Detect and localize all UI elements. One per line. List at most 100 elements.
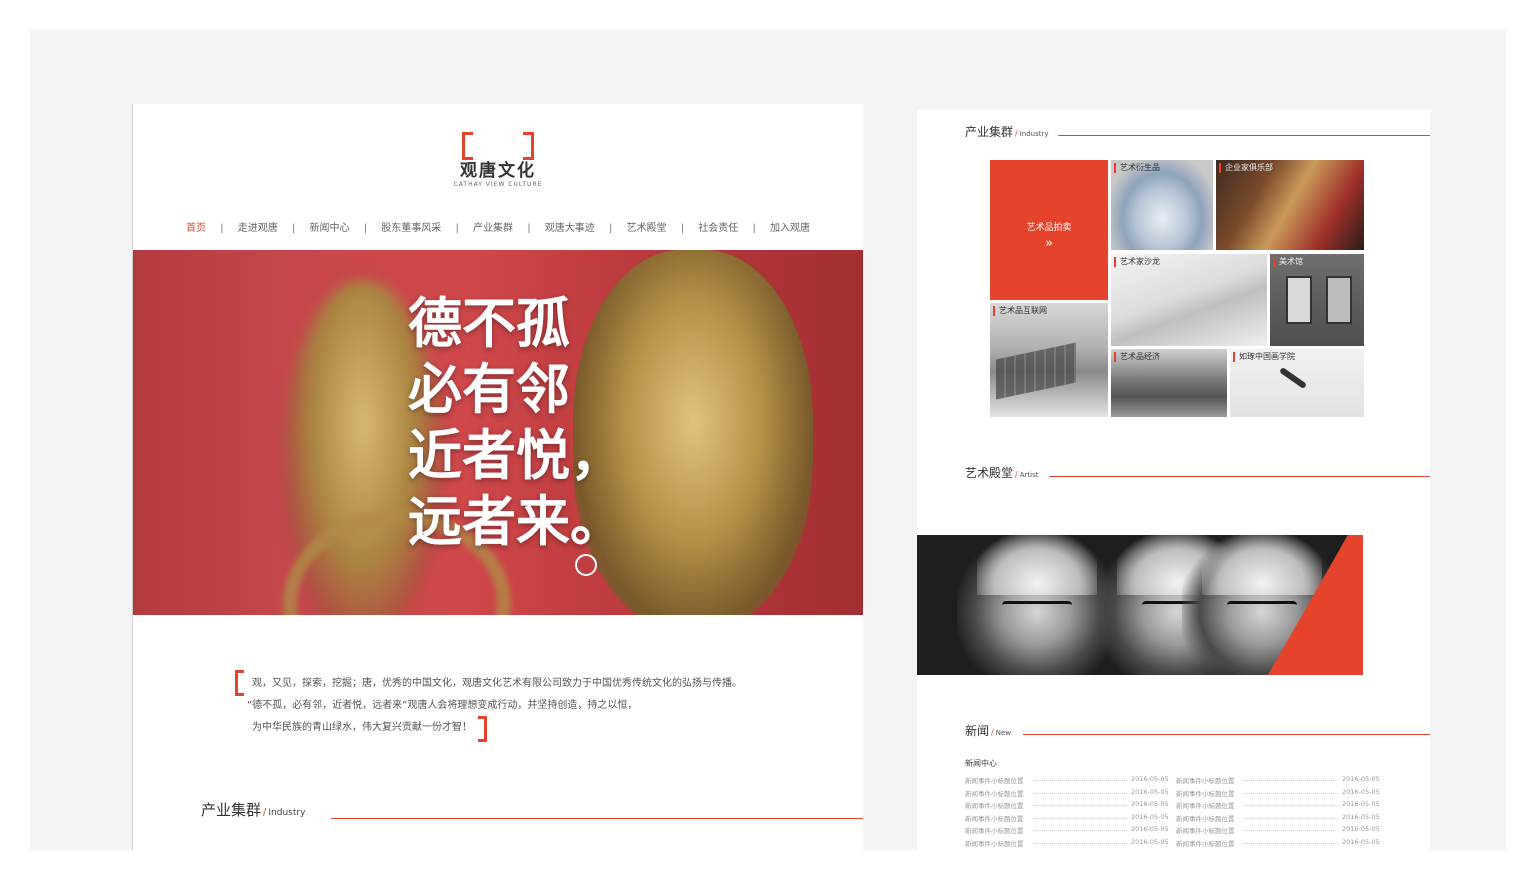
news-date: 2016-05-05 <box>1342 800 1380 808</box>
hero-line: 近者悦， <box>408 423 624 487</box>
tile-entrepreneur-club[interactable]: 企业家俱乐部 <box>1216 160 1364 250</box>
nav-separator: | <box>455 223 459 234</box>
news-date: 2016-05-05 <box>1131 800 1169 808</box>
news-title[interactable]: 新闻事件小标题位置 <box>1176 825 1235 835</box>
list-item[interactable]: 新闻事件小标题位置 2016-05-05 新闻事件小标题位置 2016-05-0… <box>965 838 1383 851</box>
list-item[interactable]: 新闻事件小标题位置 2016-05-05 新闻事件小标题位置 2016-05-0… <box>965 800 1383 813</box>
tile-art-economy[interactable]: 艺术品经济 <box>1111 349 1227 417</box>
intro-line: “德不孤，必有邻，近者悦，远者来”观唐人会将理想变成行动，并坚持创造，持之以恒， <box>247 700 638 711</box>
news-title[interactable]: 新闻事件小标题位置 <box>965 788 1024 798</box>
nav-item-about[interactable]: 走进观唐 <box>238 219 278 234</box>
tile-art-auction[interactable]: 艺术品拍卖 » <box>990 160 1108 300</box>
tile-label: 企业家俱乐部 <box>1219 163 1273 173</box>
news-title[interactable]: 新闻事件小标题位置 <box>965 838 1024 848</box>
tile-painting-academy[interactable]: 如琢中国画学院 <box>1230 349 1364 417</box>
news-title[interactable]: 新闻事件小标题位置 <box>965 813 1024 823</box>
news-title[interactable]: 新闻事件小标题位置 <box>965 775 1024 785</box>
news-date: 2016-05-05 <box>1342 837 1380 846</box>
hero-poem: 德不孤 必有邻 近者悦， 远者来。 <box>408 290 624 554</box>
news-center-label[interactable]: 新闻中心 <box>965 758 997 769</box>
news-date: 2016-05-05 <box>1131 837 1169 846</box>
section-title-en: Industry <box>268 808 306 818</box>
nav-item-shareholders[interactable]: 股东董事风采 <box>381 219 441 234</box>
list-item[interactable]: 新闻事件小标题位置 2016-05-05 新闻事件小标题位置 2016-05-0… <box>965 825 1383 838</box>
chevron-right-icon: » <box>1045 236 1053 251</box>
news-date: 2016-05-05 <box>1131 812 1169 821</box>
news-title[interactable]: 新闻事件小标题位置 <box>1176 775 1235 785</box>
presentation-stage: 观唐文化 CATHAY VIEW CULTURE 首页 | 走进观唐 | 新闻中… <box>30 30 1506 850</box>
nav-item-news[interactable]: 新闻中心 <box>310 219 350 234</box>
section-divider <box>1049 476 1430 477</box>
section-title-cn: 新闻 <box>965 724 990 738</box>
brush-image <box>1278 366 1308 390</box>
hero-line: 远者来。 <box>408 489 624 553</box>
painting-image <box>1326 276 1352 324</box>
news-date: 2016-05-05 <box>1342 825 1380 833</box>
nav-item-art-hall[interactable]: 艺术殿堂 <box>627 219 667 234</box>
logo-name-cn: 观唐文化 <box>460 161 536 181</box>
nav-separator: | <box>680 223 685 234</box>
section-title-en: New <box>995 729 1011 737</box>
nav-item-join[interactable]: 加入观唐 <box>770 219 810 234</box>
painting-image <box>1286 276 1312 324</box>
list-item[interactable]: 新闻事件小标题位置 2016-05-05 新闻事件小标题位置 2016-05-0… <box>965 788 1383 801</box>
section-title-cn: 艺术殿堂 <box>965 466 1014 480</box>
news-section-heading: 新闻 / New <box>965 720 1430 738</box>
glasses-icon <box>1002 601 1072 614</box>
nav-item-industry[interactable]: 产业集群 <box>473 219 513 234</box>
tile-label: 艺术衍生品 <box>1114 163 1160 173</box>
nav-separator: | <box>527 223 531 234</box>
glasses-icon <box>1227 601 1297 614</box>
nav-item-home[interactable]: 首页 <box>186 219 206 234</box>
news-title[interactable]: 新闻事件小标题位置 <box>1176 800 1235 810</box>
intro-quote: 观，又见，探索，挖掘；唐，优秀的中国文化，观唐文化艺术有限公司致力于中国优秀传统… <box>235 666 775 746</box>
nav-separator: | <box>363 223 368 234</box>
hero-banner[interactable]: 德不孤 必有邻 近者悦， 远者来。 <box>133 250 863 615</box>
industry-section-heading: 产业集群 / Industry <box>965 121 1430 139</box>
intro-line: 观，又见，探索，挖掘；唐，优秀的中国文化，观唐文化艺术有限公司致力于中国优秀传统… <box>252 678 742 689</box>
list-item[interactable]: 新闻事件小标题位置 2016-05-05 新闻事件小标题位置 2016-05-0… <box>965 813 1383 826</box>
news-title[interactable]: 新闻事件小标题位置 <box>1176 838 1235 848</box>
news-date: 2016-05-05 <box>1342 787 1380 796</box>
section-divider <box>1023 734 1430 735</box>
news-list: 新闻事件小标题位置 2016-05-05 新闻事件小标题位置 2016-05-0… <box>965 775 1383 850</box>
news-title[interactable]: 新闻事件小标题位置 <box>1176 813 1235 823</box>
open-bracket-icon <box>235 670 244 696</box>
tile-art-derivatives[interactable]: 艺术衍生品 <box>1111 160 1213 250</box>
news-date: 2016-05-05 <box>1131 787 1169 796</box>
inner-page-mockup: 产业集群 / Industry 艺术品拍卖 » 艺术衍生品 企业家俱乐部 艺术家沙龙… <box>917 110 1430 850</box>
tile-label: 美术馆 <box>1273 257 1303 267</box>
hero-line: 必有邻 <box>408 357 570 421</box>
logo-bracket-icon <box>462 132 534 160</box>
logo-name-en: CATHAY VIEW CULTURE <box>453 181 543 188</box>
tile-label: 艺术品经济 <box>1114 352 1160 362</box>
section-title-en: Industry <box>1019 130 1049 138</box>
news-title[interactable]: 新闻事件小标题位置 <box>1176 788 1235 798</box>
news-date: 2016-05-05 <box>1131 775 1169 783</box>
enter-link[interactable]: Enter » <box>1334 665 1359 673</box>
homepage-mockup: 观唐文化 CATHAY VIEW CULTURE 首页 | 走进观唐 | 新闻中… <box>132 104 863 850</box>
nav-item-responsibility[interactable]: 社会责任 <box>698 219 738 234</box>
artist-portrait-image <box>1202 535 1322 595</box>
site-logo[interactable]: 观唐文化 CATHAY VIEW CULTURE <box>133 132 863 188</box>
tile-artist-salon[interactable]: 艺术家沙龙 <box>1111 254 1267 346</box>
nav-item-events[interactable]: 观唐大事迹 <box>545 219 595 234</box>
news-title[interactable]: 新闻事件小标题位置 <box>965 800 1024 810</box>
nav-separator: | <box>220 223 224 234</box>
artist-section-heading: 艺术殿堂 / Artist <box>965 462 1430 480</box>
artist-banner[interactable]: Enter » <box>917 535 1363 675</box>
news-title[interactable]: 新闻事件小标题位置 <box>965 825 1024 835</box>
tile-label: 艺术品互联网 <box>993 306 1047 316</box>
intro-line: 为中华民族的青山绿水，伟大复兴贡献一份才智！ <box>252 722 472 733</box>
news-date: 2016-05-05 <box>1342 812 1380 821</box>
tile-label: 艺术品拍卖 <box>1026 223 1072 233</box>
news-date: 2016-05-05 <box>1342 775 1380 783</box>
section-divider <box>331 818 863 819</box>
tile-art-museum[interactable]: 美术馆 <box>1270 254 1364 346</box>
tile-art-internet[interactable]: 艺术品互联网 <box>990 303 1108 417</box>
close-bracket-icon <box>478 716 487 742</box>
keyboard-image <box>996 342 1076 400</box>
list-item[interactable]: 新闻事件小标题位置 2016-05-05 新闻事件小标题位置 2016-05-0… <box>965 775 1383 788</box>
section-title-en: Artist <box>1019 471 1039 479</box>
hero-ring-icon <box>575 554 597 576</box>
